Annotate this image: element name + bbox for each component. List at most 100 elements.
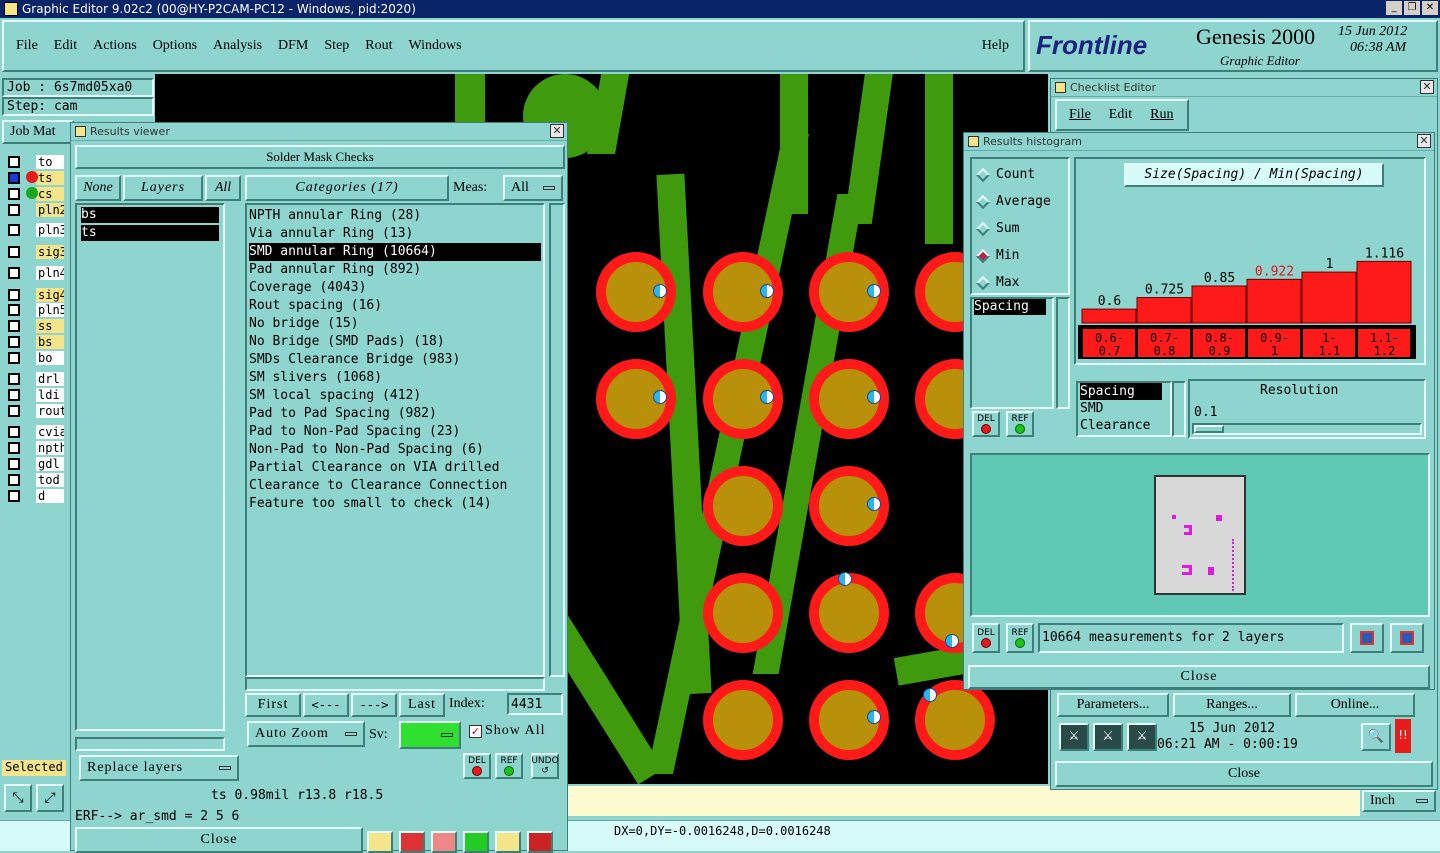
list-item[interactable]: SMDs Clearance Bridge (983) (249, 351, 541, 369)
layer-checkbox[interactable] (8, 335, 20, 348)
type-list[interactable]: Spacing SMD Clearance (1076, 381, 1172, 437)
menu-edit[interactable]: Edit (54, 38, 77, 54)
layer-row[interactable]: pln4 (8, 265, 64, 280)
layer-checkbox[interactable] (8, 441, 20, 454)
layer-checkbox[interactable] (8, 288, 20, 301)
layer-row[interactable]: cvia (8, 424, 64, 439)
run-button[interactable]: ⚔ (1059, 723, 1089, 751)
layer-row[interactable]: pln5 (8, 302, 64, 317)
close-icon[interactable]: ✕ (1422, 1, 1438, 15)
list-item[interactable]: ts (81, 225, 219, 241)
next-button[interactable]: ---> (351, 693, 397, 717)
ref-button[interactable]: REF (495, 753, 523, 779)
layer-row[interactable]: rout (8, 403, 64, 418)
menu-windows[interactable]: Windows (409, 38, 462, 54)
layer-checkbox[interactable] (8, 155, 20, 168)
layer-checkbox[interactable] (8, 203, 20, 216)
ref-button[interactable]: REF (1006, 411, 1034, 437)
radio-count[interactable]: Count (972, 161, 1068, 188)
list-item[interactable]: Pad to Non-Pad Spacing (23) (249, 423, 541, 441)
layer-row[interactable]: npth (8, 440, 64, 455)
replace-layers-dropdown[interactable]: Replace layers (79, 755, 239, 781)
list-item[interactable]: Pad to Pad Spacing (982) (249, 405, 541, 423)
result-marker[interactable] (923, 688, 937, 702)
ranges-button[interactable]: Ranges... (1173, 693, 1291, 717)
sv-color-dropdown[interactable] (399, 721, 461, 749)
list-item[interactable]: Clearance (1080, 417, 1168, 434)
layer-row[interactable]: tod (8, 472, 64, 487)
result-marker[interactable] (867, 390, 881, 404)
layer-checkbox[interactable] (8, 388, 20, 401)
categories-button[interactable]: Categories (17) (245, 175, 449, 201)
command-line[interactable] (568, 786, 1360, 816)
list-item[interactable]: SMD (1080, 400, 1168, 417)
close-icon[interactable]: ✕ (1420, 80, 1434, 94)
ref-button[interactable]: REF (1006, 623, 1034, 653)
list-item[interactable]: Coverage (4043) (249, 279, 541, 297)
list-item[interactable]: Pad annular Ring (892) (249, 261, 541, 279)
list-item[interactable]: Rout spacing (16) (249, 297, 541, 315)
layer-row[interactable]: cs (8, 186, 64, 201)
result-marker[interactable] (760, 390, 774, 404)
close-icon[interactable]: ✕ (1417, 134, 1431, 148)
layer-checkbox[interactable] (8, 223, 20, 236)
radio-min[interactable]: Min (972, 242, 1068, 269)
layer-row[interactable]: pln3 (8, 222, 64, 237)
tool-icon[interactable] (463, 831, 489, 853)
menu-dfm[interactable]: DFM (278, 38, 308, 54)
result-marker[interactable] (945, 634, 959, 648)
all-button[interactable]: All (205, 175, 241, 201)
categories-scrollbar-v[interactable] (549, 203, 565, 677)
show-all-checkbox[interactable]: ✓ (469, 725, 482, 738)
first-button[interactable]: First (245, 693, 301, 717)
meas-dropdown[interactable]: All (503, 175, 563, 201)
checklist-menu-edit[interactable]: Edit (1109, 107, 1132, 123)
list-item[interactable]: Feature too small to check (14) (249, 495, 541, 513)
layer-row[interactable]: d (8, 488, 64, 503)
radio-max[interactable]: Max (972, 269, 1068, 296)
checklist-close-button[interactable]: Close (1055, 761, 1433, 787)
tool-icon[interactable] (527, 831, 553, 853)
layer-row[interactable]: bo (8, 350, 64, 365)
menu-analysis[interactable]: Analysis (213, 38, 262, 54)
layer-checkbox[interactable] (8, 319, 20, 332)
result-marker[interactable] (838, 572, 852, 586)
none-button[interactable]: None (75, 175, 121, 201)
result-marker[interactable] (653, 284, 667, 298)
list-item[interactable]: NPTH annular Ring (28) (249, 207, 541, 225)
result-marker[interactable] (653, 390, 667, 404)
job-matrix-button[interactable]: Job Mat (2, 120, 74, 144)
prev-button[interactable]: <--- (303, 693, 349, 717)
list-item[interactable]: bs (81, 207, 219, 223)
units-selector[interactable]: Inch (1362, 790, 1436, 812)
checklist-menu-run[interactable]: Run (1150, 107, 1173, 123)
radio-average[interactable]: Average (972, 188, 1068, 215)
layer-checkbox[interactable] (8, 171, 20, 184)
list-item[interactable]: Clearance to Clearance Connection (249, 477, 541, 495)
run-button[interactable]: ⚔ (1093, 723, 1123, 751)
auto-zoom-dropdown[interactable]: Auto Zoom (247, 721, 365, 747)
layer-row[interactable]: ts (8, 170, 64, 185)
layer-checkbox[interactable] (8, 372, 20, 385)
list-item[interactable]: Via annular Ring (13) (249, 225, 541, 243)
radio-sum[interactable]: Sum (972, 215, 1068, 242)
layer-checkbox[interactable] (8, 245, 20, 258)
zoom-fit-button[interactable]: ⤡ (4, 784, 32, 812)
menu-file[interactable]: File (16, 38, 38, 54)
list-item[interactable]: Spacing (1080, 383, 1162, 400)
checklist-menu-file[interactable]: File (1069, 107, 1091, 123)
layer-checkbox[interactable] (8, 457, 20, 470)
menu-step[interactable]: Step (324, 38, 349, 54)
layer-row[interactable]: sig4 (8, 287, 64, 302)
index-input[interactable] (507, 693, 563, 715)
list-item[interactable]: Non-Pad to Non-Pad Spacing (6) (249, 441, 541, 459)
layer-row[interactable]: sig3 (8, 244, 64, 259)
del-button[interactable]: DEL (972, 623, 1000, 653)
histogram-close-button[interactable]: Close (968, 665, 1430, 689)
zoom-area-button[interactable]: ⤢ (36, 784, 64, 812)
run-button[interactable]: ⚔ (1127, 723, 1157, 751)
list-item[interactable]: Spacing (974, 299, 1046, 315)
online-button[interactable]: Online... (1295, 693, 1415, 717)
import-icon[interactable] (1390, 623, 1424, 653)
type-scrollbar[interactable] (1172, 381, 1186, 437)
